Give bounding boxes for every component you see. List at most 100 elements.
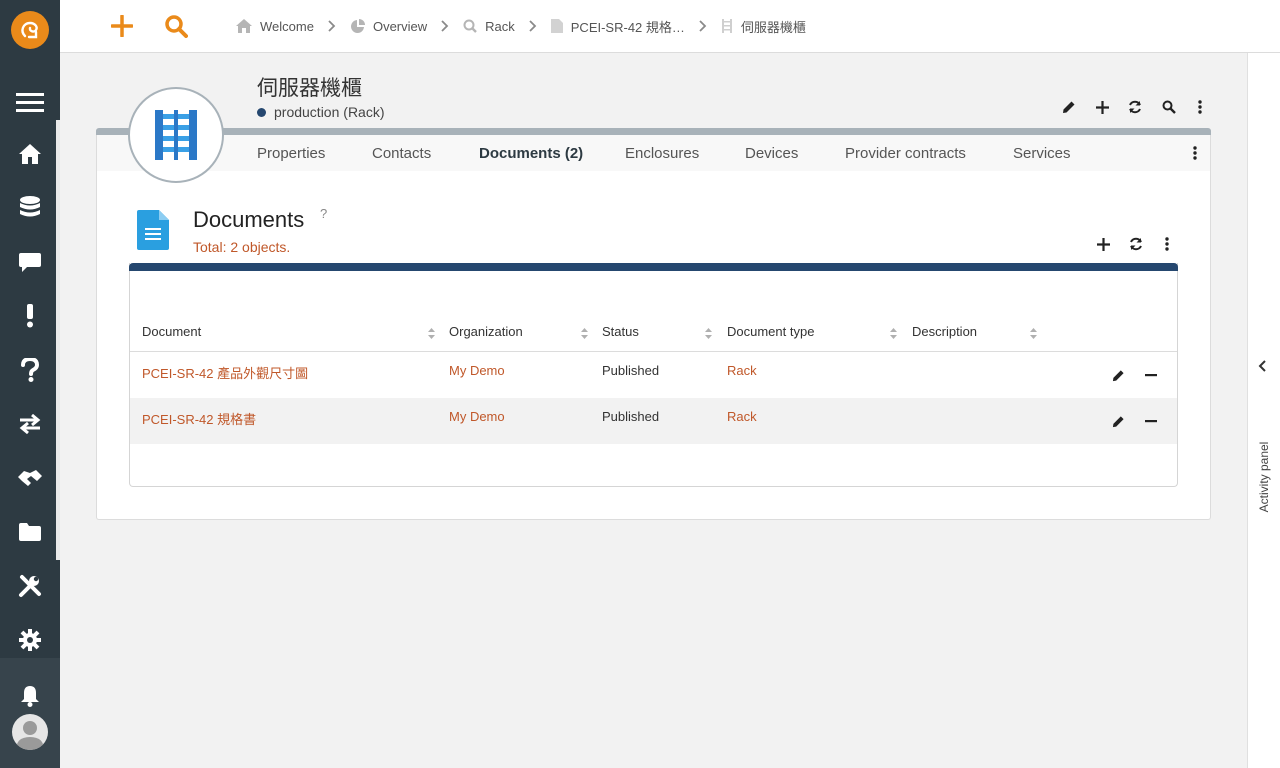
- organization-link[interactable]: My Demo: [449, 409, 505, 424]
- refresh-documents-button[interactable]: [1126, 234, 1146, 254]
- minus-icon: [1145, 373, 1157, 376]
- breadcrumb-item-current[interactable]: 伺服器機櫃: [721, 17, 806, 36]
- object-status: production (Rack): [257, 104, 385, 120]
- breadcrumb-item-overview[interactable]: Overview: [350, 18, 427, 34]
- document-link[interactable]: PCEI-SR-42 產品外觀尺寸圖: [142, 363, 308, 382]
- sidebar-item-alerts[interactable]: [0, 296, 60, 336]
- table-header-bar: [129, 263, 1178, 271]
- sidebar: [0, 0, 60, 768]
- sort-icon[interactable]: [705, 326, 712, 344]
- pencil-icon: [1112, 369, 1124, 381]
- search-icon: [463, 19, 477, 33]
- arrows-icon: [19, 414, 41, 434]
- tab-documents[interactable]: Documents (2): [479, 145, 583, 162]
- add-document-button[interactable]: [1093, 234, 1113, 254]
- activity-panel: Activity panel: [1247, 53, 1280, 768]
- tab-provider-contracts[interactable]: Provider contracts: [845, 145, 966, 162]
- notifications-button[interactable]: [0, 676, 60, 716]
- folder-icon: [19, 523, 41, 541]
- sidebar-item-help[interactable]: [0, 350, 60, 390]
- tab-services[interactable]: Services: [1013, 145, 1071, 162]
- tab-contacts[interactable]: Contacts: [372, 145, 431, 162]
- column-header-document[interactable]: Document: [142, 324, 201, 339]
- more-vertical-icon: [1193, 146, 1197, 160]
- sidebar-item-transfer[interactable]: [0, 404, 60, 444]
- sort-icon[interactable]: [581, 326, 588, 344]
- plus-icon: [1096, 237, 1110, 251]
- refresh-icon: [1130, 237, 1142, 251]
- status-value: Published: [602, 409, 660, 424]
- remove-row-button[interactable]: [1141, 365, 1161, 385]
- sort-icon[interactable]: [428, 326, 435, 344]
- tabs-more-button[interactable]: [1185, 143, 1205, 163]
- search-icon: [165, 15, 188, 38]
- sidebar-item-database[interactable]: [0, 188, 60, 228]
- edit-row-button[interactable]: [1108, 411, 1128, 431]
- chevron-left-icon[interactable]: [1258, 359, 1266, 377]
- breadcrumb-label: 伺服器機櫃: [740, 19, 806, 35]
- document-icon: [550, 19, 563, 33]
- breadcrumb-label: Rack: [485, 18, 515, 34]
- sidebar-item-home[interactable]: [0, 134, 60, 174]
- status-dot: [257, 107, 266, 117]
- chevron-right-icon: [699, 20, 707, 32]
- app-logo[interactable]: [11, 11, 49, 49]
- search-object-button[interactable]: [1159, 97, 1179, 117]
- tools-icon: [19, 575, 41, 597]
- document-type-link[interactable]: Rack: [727, 363, 757, 378]
- document-link[interactable]: PCEI-SR-42 規格書: [142, 409, 256, 428]
- add-object-button[interactable]: [1092, 97, 1112, 117]
- edit-row-button[interactable]: [1108, 365, 1128, 385]
- pie-chart-icon: [350, 18, 365, 34]
- tab-properties[interactable]: Properties: [257, 145, 325, 162]
- column-header-organization[interactable]: Organization: [449, 324, 523, 339]
- refresh-icon: [1129, 100, 1141, 114]
- object-more-button[interactable]: [1190, 97, 1210, 117]
- minus-icon: [1145, 419, 1157, 422]
- sidebar-item-tools[interactable]: [0, 566, 60, 606]
- edit-object-button[interactable]: [1059, 97, 1079, 117]
- help-icon[interactable]: ?: [320, 206, 327, 221]
- organization-link[interactable]: My Demo: [449, 363, 505, 378]
- column-header-status[interactable]: Status: [602, 324, 639, 339]
- column-header-description[interactable]: Description: [912, 324, 977, 339]
- breadcrumb-item-welcome[interactable]: Welcome: [236, 19, 314, 34]
- top-bar: Welcome Overview Rack PCEI-SR-42 規格… 伺服器…: [60, 0, 1280, 53]
- bell-icon: [21, 686, 39, 707]
- hamburger-icon: [16, 93, 44, 112]
- remove-row-button[interactable]: [1141, 411, 1161, 431]
- handshake-icon: [18, 470, 42, 486]
- avatar[interactable]: [12, 714, 48, 750]
- breadcrumb-item-rack[interactable]: Rack: [463, 19, 515, 34]
- plus-icon: [1095, 100, 1109, 114]
- user-avatar-icon: [16, 721, 44, 750]
- database-icon: [20, 196, 40, 217]
- sidebar-item-messages[interactable]: [0, 242, 60, 282]
- sidebar-item-partners[interactable]: [0, 458, 60, 498]
- chevron-right-icon: [328, 20, 336, 32]
- sidebar-item-settings[interactable]: [0, 620, 60, 660]
- tab-enclosures[interactable]: Enclosures: [625, 145, 699, 162]
- more-vertical-icon: [1198, 100, 1202, 114]
- activity-panel-label[interactable]: Activity panel: [1257, 442, 1271, 513]
- sort-icon[interactable]: [1030, 326, 1037, 344]
- status-label: production: [274, 104, 340, 120]
- tab-devices[interactable]: Devices: [745, 145, 798, 162]
- rack-icon: [155, 110, 197, 160]
- status-value: Published: [602, 363, 660, 378]
- refresh-object-button[interactable]: [1125, 97, 1145, 117]
- documents-more-button[interactable]: [1157, 234, 1177, 254]
- page-title: 伺服器機櫃: [257, 77, 362, 100]
- search-button[interactable]: [160, 10, 192, 42]
- gear-icon: [19, 629, 41, 651]
- document-type-link[interactable]: Rack: [727, 409, 757, 424]
- sort-icon[interactable]: [890, 326, 897, 344]
- home-icon: [236, 19, 252, 33]
- logo-icon: [21, 21, 38, 39]
- create-button[interactable]: [106, 10, 138, 42]
- more-vertical-icon: [1165, 237, 1169, 251]
- sidebar-item-files[interactable]: [0, 512, 60, 552]
- menu-toggle-button[interactable]: [0, 82, 60, 122]
- breadcrumb-item-document[interactable]: PCEI-SR-42 規格…: [550, 17, 685, 36]
- column-header-document-type[interactable]: Document type: [727, 324, 814, 339]
